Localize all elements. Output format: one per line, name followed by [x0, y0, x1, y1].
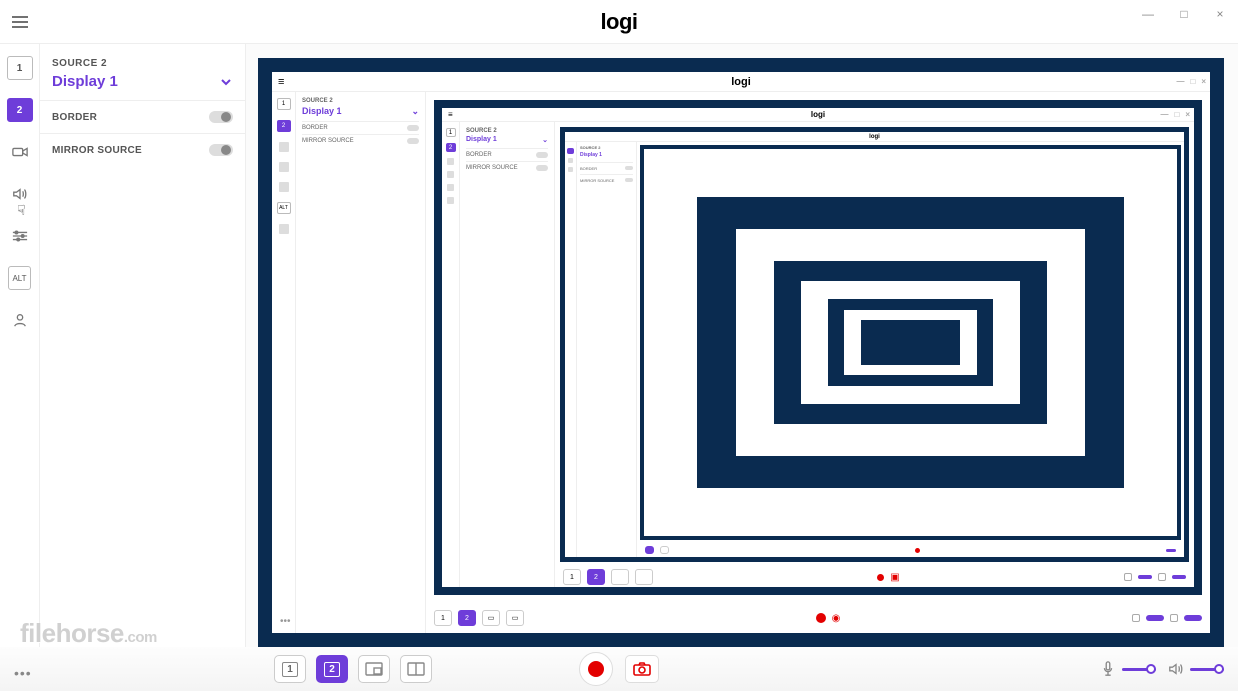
- mirror-toggle[interactable]: [209, 144, 233, 156]
- layout-split-icon: [407, 662, 425, 676]
- bottom-bar: ••• 1 2: [0, 647, 1238, 691]
- maximize-button[interactable]: □: [1166, 0, 1202, 28]
- camera-rail-button[interactable]: [7, 140, 33, 164]
- preview-area: ≡logi—□× 12ALT SOURCE 2 Display 1⌄ BORDE…: [246, 44, 1238, 647]
- more-button[interactable]: •••: [14, 665, 32, 681]
- alt-rail-button[interactable]: ALT: [8, 266, 30, 290]
- minimize-button[interactable]: —: [1130, 0, 1166, 28]
- center-controls: [579, 652, 659, 686]
- hamburger-icon: [12, 16, 28, 28]
- layout-b-button[interactable]: [400, 655, 432, 683]
- close-button[interactable]: ×: [1202, 0, 1238, 28]
- layout-a-button[interactable]: [358, 655, 390, 683]
- screenshot-button[interactable]: [625, 655, 659, 683]
- border-label: BORDER: [52, 112, 97, 123]
- right-controls: [1100, 661, 1224, 677]
- source-1-button[interactable]: 1: [7, 56, 33, 80]
- left-rail: 1 2 ALT: [0, 44, 40, 647]
- profile-rail-button[interactable]: [7, 308, 33, 332]
- layout-icon: [365, 662, 383, 676]
- border-row: BORDER: [40, 100, 245, 133]
- scene-1-button[interactable]: 1: [274, 655, 306, 683]
- title-bar: logi — □ ×: [0, 0, 1238, 44]
- record-icon: [588, 661, 604, 677]
- source-label: SOURCE 2: [40, 58, 245, 73]
- preview-frame: ≡logi—□× 12ALT SOURCE 2 Display 1⌄ BORDE…: [258, 58, 1224, 647]
- speaker-icon: [12, 186, 28, 202]
- sliders-icon: [12, 228, 28, 244]
- source-panel: SOURCE 2 Display 1 BORDER MIRROR SOURCE: [40, 44, 246, 647]
- scene-buttons: 1 2: [274, 655, 432, 683]
- record-button[interactable]: [579, 652, 613, 686]
- window-controls: — □ ×: [1130, 0, 1238, 28]
- speaker-out-icon: [1168, 661, 1184, 677]
- border-toggle[interactable]: [209, 111, 233, 123]
- display-name: Display 1: [52, 73, 118, 90]
- menu-button[interactable]: [0, 0, 40, 44]
- nested-window-1: ≡logi—□× 12ALT SOURCE 2 Display 1⌄ BORDE…: [272, 72, 1210, 633]
- display-select[interactable]: Display 1: [40, 73, 245, 100]
- camera-snap-icon: [633, 662, 651, 676]
- user-icon: [12, 312, 28, 328]
- mirror-label: MIRROR SOURCE: [52, 145, 142, 156]
- mic-icon: [1100, 661, 1116, 677]
- source-2-button[interactable]: 2: [7, 98, 33, 122]
- speaker-control[interactable]: [1168, 661, 1224, 677]
- mirror-row: MIRROR SOURCE: [40, 133, 245, 166]
- chevron-down-icon: [219, 75, 233, 89]
- camera-icon: [12, 144, 28, 160]
- app-logo: logi: [600, 9, 637, 35]
- transitions-rail-button[interactable]: [7, 224, 33, 248]
- mic-control[interactable]: [1100, 661, 1156, 677]
- mic-slider[interactable]: [1122, 664, 1156, 674]
- speaker-slider[interactable]: [1190, 664, 1224, 674]
- main-area: 1 2 ALT SOURCE 2 Display 1 BORDER MIRROR…: [0, 44, 1238, 647]
- audio-rail-button[interactable]: [7, 182, 33, 206]
- scene-2-button[interactable]: 2: [316, 655, 348, 683]
